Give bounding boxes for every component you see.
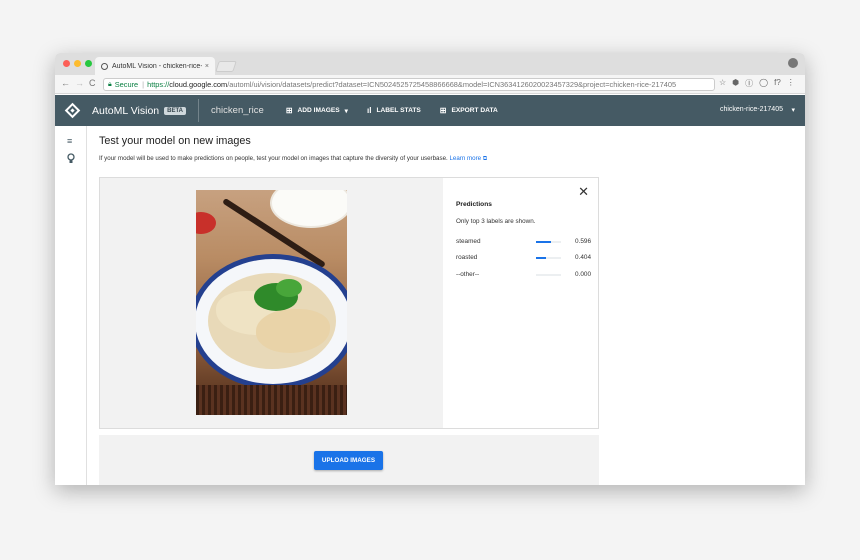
close-window-button[interactable]	[63, 60, 70, 67]
upload-images-button[interactable]: UPLOAD IMAGES	[314, 451, 383, 470]
address-bar: ← → C 🔒︎ Secure | https:// cloud.google.…	[55, 75, 805, 94]
back-button[interactable]: ←	[61, 78, 70, 88]
profile-icon[interactable]	[788, 58, 798, 68]
export-data-label: EXPORT DATA	[451, 107, 498, 114]
url-separator: |	[142, 80, 145, 89]
prediction-score: 0.000	[575, 271, 591, 278]
label-stats-label: LABEL STATS	[376, 107, 421, 114]
list-icon[interactable]: ≡	[67, 136, 72, 146]
lock-icon: 🔒︎	[108, 80, 112, 88]
favicon-icon	[101, 62, 108, 70]
prediction-score: 0.404	[575, 254, 591, 261]
export-data-button[interactable]: ⊞ EXPORT DATA	[440, 106, 498, 115]
add-images-label: ADD IMAGES	[297, 107, 340, 114]
page-description: If your model will be used to make predi…	[99, 155, 487, 163]
extension-icons: ☆ ⬢ Ⓘ ◯ f? ⋮	[719, 78, 795, 89]
circle-icon[interactable]: ◯	[759, 78, 768, 89]
description-text: If your model will be used to make predi…	[99, 155, 448, 162]
lightbulb-icon[interactable]	[67, 153, 75, 166]
menu-kebab-icon[interactable]: ⋮	[787, 78, 795, 89]
reload-button[interactable]: C	[89, 78, 96, 88]
beta-badge: BETA	[164, 106, 187, 115]
tab-title: AutoML Vision - chicken-rice-	[112, 62, 202, 70]
minimize-window-button[interactable]	[74, 60, 81, 67]
learn-more-link[interactable]: Learn more ⧉	[449, 155, 487, 162]
chevron-down-icon: ▾	[344, 107, 348, 115]
automl-logo-icon[interactable]	[64, 102, 81, 119]
prediction-card: ✕ Predictions Only top 3 labels are show…	[99, 177, 599, 429]
left-rail: ≡	[55, 126, 87, 485]
new-tab-button[interactable]	[215, 61, 237, 72]
maximize-window-button[interactable]	[85, 60, 92, 67]
predictions-panel: ✕ Predictions Only top 3 labels are show…	[443, 178, 598, 428]
project-chevron-down-icon[interactable]: ▾	[791, 106, 795, 114]
add-images-button[interactable]: ⊞ ADD IMAGES ▾	[286, 106, 348, 115]
url-host: cloud.google.com	[169, 80, 228, 89]
upload-area: UPLOAD IMAGES	[99, 435, 599, 485]
predictions-title: Predictions	[456, 201, 492, 208]
header-divider	[198, 99, 200, 122]
tab-strip: AutoML Vision - chicken-rice- ×	[55, 53, 805, 75]
tab-close-button[interactable]: ×	[205, 63, 209, 70]
url-path: /automl/ui/vision/datasets/predict?datas…	[227, 80, 677, 89]
external-link-icon: ⧉	[482, 155, 488, 162]
prediction-score: 0.596	[575, 238, 591, 245]
brand-title[interactable]: AutoML Vision	[92, 105, 159, 117]
label-stats-button[interactable]: ıl LABEL STATS	[367, 106, 421, 115]
browser-tab[interactable]: AutoML Vision - chicken-rice- ×	[95, 57, 215, 75]
url-input[interactable]: 🔒︎ Secure | https:// cloud.google.com /a…	[103, 78, 715, 91]
score-bar	[536, 257, 561, 259]
project-selector[interactable]: chicken-rice-217405	[720, 106, 783, 113]
bar-chart-icon: ıl	[366, 106, 372, 115]
table-icon: ⊞	[439, 106, 447, 115]
app-header: AutoML Vision BETA chicken_rice ⊞ ADD IM…	[55, 95, 805, 126]
forward-button[interactable]: →	[75, 78, 84, 88]
prediction-label: --other--	[456, 271, 480, 278]
score-bar	[536, 241, 561, 243]
info-icon[interactable]: Ⓘ	[745, 78, 753, 89]
prediction-row: --other-- 0.000	[456, 271, 591, 281]
dataset-name: chicken_rice	[211, 105, 264, 116]
close-icon[interactable]: ✕	[578, 184, 589, 200]
chicken-rice-photo	[196, 190, 347, 415]
browser-window: AutoML Vision - chicken-rice- × ← → C 🔒︎…	[55, 53, 805, 485]
image-preview-area	[100, 178, 443, 428]
predictions-note: Only top 3 labels are shown.	[456, 218, 536, 225]
function-icon[interactable]: f?	[774, 78, 781, 89]
prediction-label: steamed	[456, 238, 481, 245]
page-title: Test your model on new images	[99, 135, 251, 147]
prediction-row: steamed 0.596	[456, 238, 591, 248]
score-bar	[536, 274, 561, 276]
url-scheme: https://	[147, 80, 170, 89]
add-box-icon: ⊞	[285, 106, 293, 115]
prediction-row: roasted 0.404	[456, 254, 591, 264]
bookmark-star-icon[interactable]: ☆	[719, 78, 726, 89]
extension-icon[interactable]: ⬢	[732, 78, 739, 89]
prediction-label: roasted	[456, 254, 478, 261]
secure-label: Secure	[114, 80, 139, 89]
